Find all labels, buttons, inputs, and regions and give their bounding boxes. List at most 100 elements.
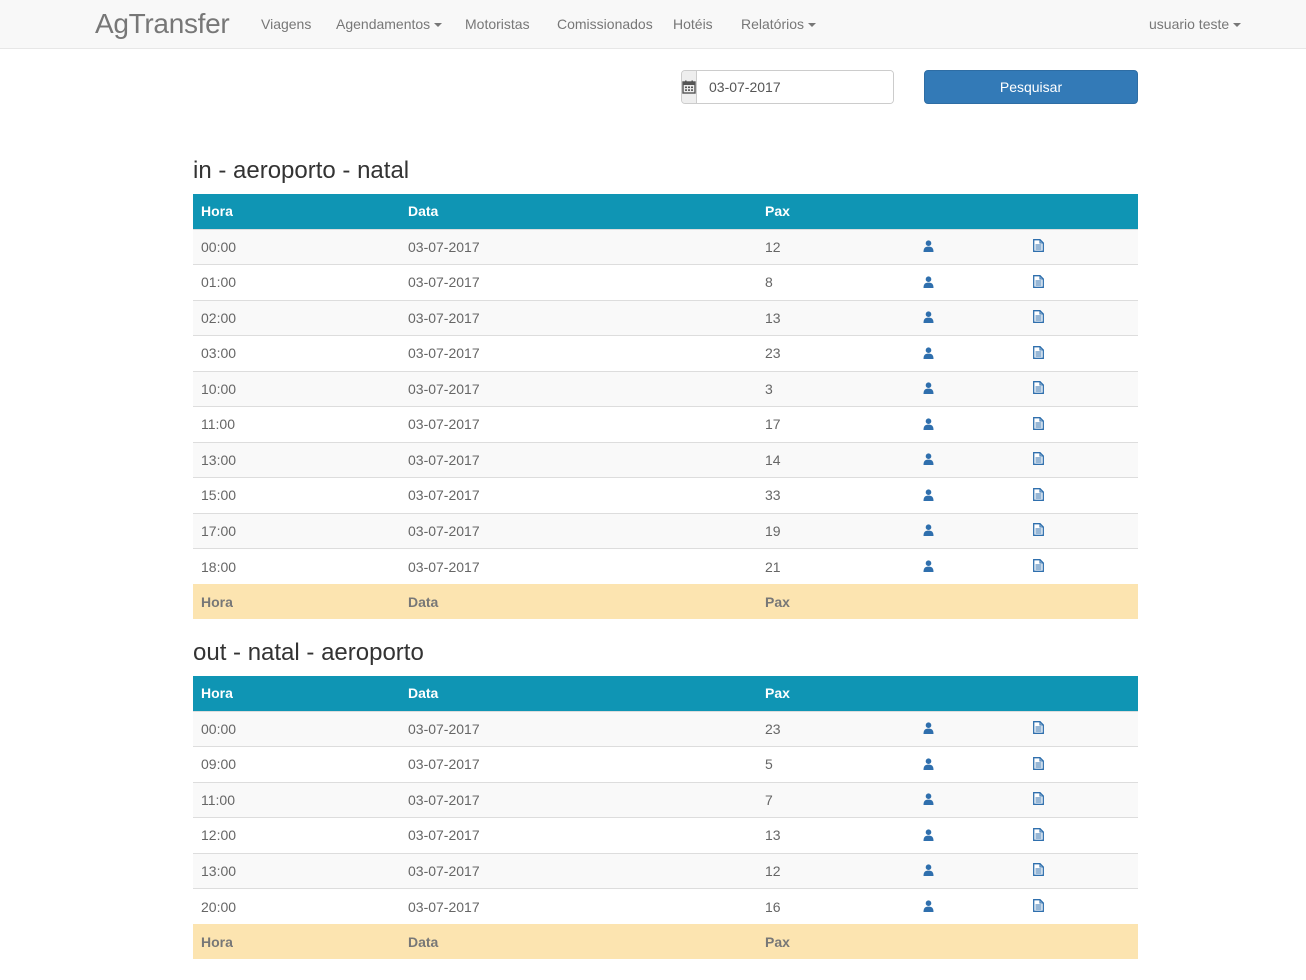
cell-user-action xyxy=(915,782,1025,818)
document-icon[interactable] xyxy=(1033,381,1044,397)
user-icon[interactable] xyxy=(923,792,934,808)
document-icon[interactable] xyxy=(1033,416,1044,433)
cell-data: 03-07-2017 xyxy=(408,827,480,844)
cell-hora: 02:00 xyxy=(201,309,237,326)
table-row: 20:00 03-07-2017 16 xyxy=(193,888,1138,924)
cell-hora: 18:00 xyxy=(201,558,237,575)
cell-document-action xyxy=(1025,818,1138,854)
cell-pax: 5 xyxy=(765,756,773,773)
table-row: 00:00 03-07-2017 23 xyxy=(193,711,1138,747)
document-icon[interactable] xyxy=(1033,559,1044,575)
user-icon[interactable] xyxy=(923,559,934,575)
cell-document-action xyxy=(1025,782,1138,818)
cell-document-action xyxy=(1025,549,1138,585)
document-icon[interactable] xyxy=(1033,721,1044,737)
cell-data: 03-07-2017 xyxy=(408,862,480,879)
document-icon[interactable] xyxy=(1033,239,1044,255)
user-icon[interactable] xyxy=(923,239,934,255)
cell-pax: 23 xyxy=(765,720,781,737)
cell-data: 03-07-2017 xyxy=(408,416,480,433)
cell-pax: 13 xyxy=(765,309,781,326)
cell-data: 03-07-2017 xyxy=(408,451,480,468)
footer-pax: Pax xyxy=(765,593,790,610)
document-icon[interactable] xyxy=(1033,487,1044,504)
document-icon[interactable] xyxy=(1033,792,1044,808)
cell-pax: 14 xyxy=(765,451,781,468)
document-icon[interactable] xyxy=(1033,345,1044,362)
cell-hora: 01:00 xyxy=(201,274,237,291)
footer-hora: Hora xyxy=(201,593,233,610)
table-row: 00:00 03-07-2017 12 xyxy=(193,229,1138,265)
cell-hora: 17:00 xyxy=(201,522,237,539)
date-input[interactable] xyxy=(697,71,893,103)
nav-agendamentos[interactable]: Agendamentos xyxy=(336,16,443,32)
table-row: 12:00 03-07-2017 13 xyxy=(193,817,1138,854)
footer-pax: Pax xyxy=(765,933,790,950)
cell-user-action xyxy=(915,513,1025,549)
document-icon[interactable] xyxy=(1033,899,1044,915)
cell-pax: 8 xyxy=(765,274,773,291)
cell-user-action xyxy=(915,853,1025,889)
user-icon[interactable] xyxy=(923,310,934,326)
user-icon[interactable] xyxy=(923,452,934,468)
section-title-out: out - natal - aeroporto xyxy=(193,639,424,666)
calendar-icon[interactable] xyxy=(682,71,697,103)
user-icon[interactable] xyxy=(923,863,934,879)
col-header-data[interactable]: Data xyxy=(400,194,757,229)
cell-pax: 16 xyxy=(765,898,781,915)
user-icon[interactable] xyxy=(923,721,934,737)
cell-hora: 13:00 xyxy=(201,862,237,879)
user-icon[interactable] xyxy=(923,523,934,539)
document-icon[interactable] xyxy=(1033,827,1044,844)
nav-hoteis[interactable]: Hotéis xyxy=(673,16,713,32)
document-icon[interactable] xyxy=(1033,310,1044,326)
user-icon[interactable] xyxy=(923,899,934,915)
cell-pax: 12 xyxy=(765,862,781,879)
footer-data: Data xyxy=(408,593,439,610)
user-icon[interactable] xyxy=(923,488,934,504)
col-header-hora[interactable]: Hora xyxy=(193,194,400,229)
search-button[interactable]: Pesquisar xyxy=(924,70,1138,104)
document-icon[interactable] xyxy=(1033,452,1044,468)
cell-hora: 20:00 xyxy=(201,898,237,915)
trips-table-in: Hora Data Pax 00:00 03-07-2017 12 01:00 03-0… xyxy=(193,194,1138,619)
footer-hora: Hora xyxy=(201,933,233,950)
cell-user-action xyxy=(915,371,1025,407)
nav-viagens[interactable]: Viagens xyxy=(261,16,311,32)
user-icon[interactable] xyxy=(923,828,934,844)
footer-empty xyxy=(1025,584,1138,619)
cell-document-action xyxy=(1025,478,1138,514)
user-icon[interactable] xyxy=(923,275,934,291)
table-row: 13:00 03-07-2017 14 xyxy=(193,442,1138,478)
user-icon[interactable] xyxy=(923,417,934,433)
user-icon[interactable] xyxy=(923,757,934,773)
nav-comissionados[interactable]: Comissionados xyxy=(557,16,653,32)
cell-user-action xyxy=(915,300,1025,336)
document-icon[interactable] xyxy=(1033,863,1044,879)
table-header-row: Hora Data Pax xyxy=(193,194,1138,229)
col-header-pax[interactable]: Pax xyxy=(757,194,915,229)
nav-relatorios[interactable]: Relatórios xyxy=(741,16,817,32)
nav-motoristas[interactable]: Motoristas xyxy=(465,16,530,32)
table-row: 15:00 03-07-2017 33 xyxy=(193,477,1138,514)
col-header-empty xyxy=(1025,194,1138,229)
user-icon[interactable] xyxy=(923,381,934,397)
brand-logo[interactable]: AgTransfer xyxy=(95,8,230,40)
table-row: 02:00 03-07-2017 13 xyxy=(193,300,1138,336)
col-header-data[interactable]: Data xyxy=(400,676,757,711)
cell-user-action xyxy=(915,265,1025,301)
cell-pax: 3 xyxy=(765,380,773,397)
table-body: 00:00 03-07-2017 23 09:00 03-07-2017 5 11:00 03… xyxy=(193,711,1138,924)
user-icon[interactable] xyxy=(923,346,934,362)
document-icon[interactable] xyxy=(1033,274,1044,291)
document-icon[interactable] xyxy=(1033,756,1044,773)
col-header-hora[interactable]: Hora xyxy=(193,676,400,711)
cell-data: 03-07-2017 xyxy=(408,309,480,326)
col-header-empty xyxy=(1025,676,1138,711)
cell-user-action xyxy=(915,549,1025,585)
document-icon[interactable] xyxy=(1033,523,1044,539)
user-menu[interactable]: usuario teste xyxy=(1149,16,1242,32)
cell-document-action xyxy=(1025,336,1138,372)
col-header-pax[interactable]: Pax xyxy=(757,676,915,711)
cell-user-action xyxy=(915,442,1025,478)
